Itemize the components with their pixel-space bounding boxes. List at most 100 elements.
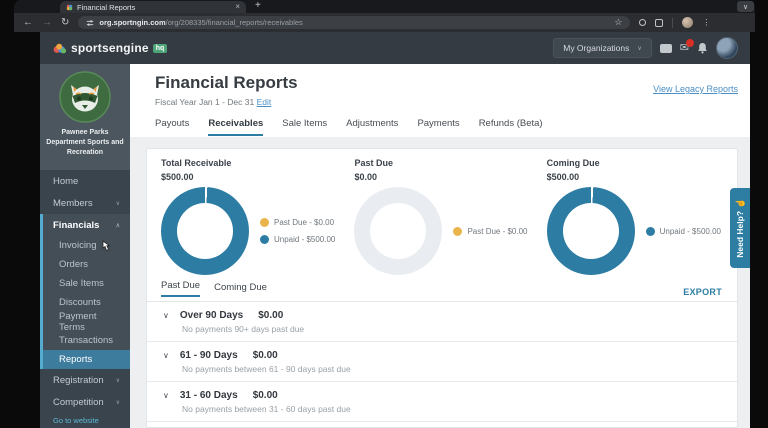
pointing-hand-icon: ☝: [735, 198, 745, 209]
page-header: Financial Reports Fiscal Year Jan 1 - De…: [130, 64, 750, 137]
sidebar-item-sale-items[interactable]: Sale Items: [43, 274, 130, 293]
back-icon[interactable]: ←: [23, 18, 33, 28]
chevron-down-icon[interactable]: ∨: [163, 351, 169, 360]
subtab-row: Past Due Coming Due EXPORT: [147, 275, 737, 297]
brand-name: sportsengine: [71, 41, 149, 55]
legend: Past Due - $0.00: [453, 227, 527, 236]
aging-row-31-60[interactable]: ∨ 31 - 60 Days $0.00 No payments between…: [147, 382, 737, 422]
org-block: Pawnee Parks Department Sports and Recre…: [40, 64, 130, 170]
new-tab-button[interactable]: +: [255, 1, 261, 11]
donut-coming-due: [547, 187, 635, 275]
chevron-down-icon: ∨: [116, 399, 120, 406]
browser-tab[interactable]: Financial Reports ×: [60, 1, 246, 13]
chevron-down-icon: ∨: [637, 45, 641, 52]
sportsengine-cloud-icon: [52, 43, 67, 54]
sidebar-item-reports[interactable]: Reports: [43, 350, 130, 369]
toolbar-divider: [672, 18, 673, 28]
sidebar-item-discounts[interactable]: Discounts: [43, 293, 130, 312]
url-domain: org.sportngin.com: [99, 18, 165, 27]
tab-close-icon[interactable]: ×: [235, 3, 240, 11]
tab-payments[interactable]: Payments: [417, 118, 459, 136]
refresh-icon[interactable]: ↻: [61, 18, 69, 28]
fiscal-year-row: Fiscal Year Jan 1 - Dec 31 Edit: [155, 97, 750, 107]
bell-icon[interactable]: [697, 42, 708, 54]
user-avatar[interactable]: [716, 37, 738, 59]
edit-fiscal-link[interactable]: Edit: [257, 97, 272, 107]
tab-title: Financial Reports: [77, 3, 231, 12]
chart-amount: $500.00: [547, 171, 721, 185]
charts-row: Total Receivable $500.00 Past Due - $0.0…: [147, 149, 737, 275]
donut-past-due: [354, 187, 442, 275]
sidebar-item-transactions[interactable]: Transactions: [43, 331, 130, 350]
legend: Past Due - $0.00 Unpaid - $500.00: [260, 218, 335, 244]
export-button[interactable]: EXPORT: [683, 287, 722, 297]
legend-item: Unpaid - $500.00: [646, 227, 721, 236]
subtab-past-due[interactable]: Past Due: [161, 280, 200, 297]
hq-badge: hq: [153, 44, 168, 53]
aging-row-61-90[interactable]: ∨ 61 - 90 Days $0.00 No payments between…: [147, 342, 737, 382]
org-logo-raccoon: [59, 71, 111, 123]
report-tabs: Payouts Receivables Sale Items Adjustmen…: [155, 118, 750, 136]
bookmark-star-icon[interactable]: ☆: [614, 17, 622, 28]
chart-amount: $500.00: [161, 171, 335, 185]
chart-amount: $0.00: [354, 171, 527, 185]
url-path: /org/208335/financial_reports/receivable…: [166, 18, 303, 27]
browser-profile-avatar[interactable]: [682, 17, 693, 28]
chart-coming-due: Coming Due $500.00 Unpaid - $500.00: [547, 157, 721, 275]
forward-icon[interactable]: →: [42, 18, 52, 28]
url-text: org.sportngin.com/org/208335/financial_r…: [99, 18, 609, 27]
chart-past-due: Past Due $0.00 Past Due - $0.00: [354, 157, 527, 275]
financials-group: Financials∧ Invoicing Orders Sale Items …: [40, 214, 130, 369]
aging-note: No payments between 31 - 60 days past du…: [182, 404, 723, 414]
tab-groups-icon[interactable]: [655, 19, 663, 27]
need-help-tab[interactable]: Need Help? ☝: [730, 188, 750, 268]
chart-title: Coming Due: [547, 157, 721, 171]
legend: Unpaid - $500.00: [646, 227, 721, 236]
chevron-down-icon[interactable]: ∨: [163, 311, 169, 320]
chevron-down-icon[interactable]: ∨: [163, 391, 169, 400]
legend-dot-unpaid: [260, 235, 269, 244]
chevron-down-icon: ∨: [116, 377, 120, 384]
site-settings-icon[interactable]: [86, 19, 94, 27]
sidebar-item-members[interactable]: Members∨: [40, 192, 130, 214]
extension-circle-icon[interactable]: [639, 19, 646, 26]
tab-receivables[interactable]: Receivables: [208, 118, 263, 136]
sidebar-item-invoicing[interactable]: Invoicing: [43, 236, 130, 255]
legend-item: Unpaid - $500.00: [260, 235, 335, 244]
sidebar-item-orders[interactable]: Orders: [43, 255, 130, 274]
sidebar-item-financials[interactable]: Financials∧: [43, 214, 130, 236]
browser-menu-icon[interactable]: ⋮: [702, 18, 710, 27]
tab-refunds-beta[interactable]: Refunds (Beta): [479, 118, 543, 136]
sidebar-item-home[interactable]: Home: [40, 170, 130, 192]
sidebar-nav: Pawnee Parks Department Sports and Recre…: [40, 64, 130, 428]
aging-note: No payments 90+ days past due: [182, 324, 723, 334]
my-organizations-dropdown[interactable]: My Organizations ∨: [553, 38, 652, 58]
address-bar[interactable]: org.sportngin.com/org/208335/financial_r…: [78, 16, 630, 29]
app-header: sportsengine hq My Organizations ∨ ✉: [40, 32, 750, 64]
chat-icon[interactable]: [660, 44, 672, 53]
view-legacy-reports-link[interactable]: View Legacy Reports: [653, 84, 738, 94]
sidebar-item-competition[interactable]: Competition∨: [40, 391, 130, 413]
window-chevron-button[interactable]: ∨: [737, 1, 754, 12]
chevron-down-icon: ∨: [116, 200, 120, 207]
tab-payouts[interactable]: Payouts: [155, 118, 189, 136]
legend-item: Past Due - $0.00: [453, 227, 527, 236]
mouse-cursor: [99, 240, 111, 254]
aging-row-over-90[interactable]: ∨ Over 90 Days $0.00 No payments 90+ day…: [147, 302, 737, 342]
sidebar-item-registration[interactable]: Registration∨: [40, 369, 130, 391]
chart-title: Past Due: [354, 157, 527, 171]
go-to-website-link[interactable]: Go to website: [40, 413, 130, 428]
tab-adjustments[interactable]: Adjustments: [346, 118, 398, 136]
messages-icon[interactable]: ✉: [680, 43, 689, 54]
tab-sale-items[interactable]: Sale Items: [282, 118, 327, 136]
chevron-up-icon: ∧: [116, 222, 120, 229]
receivables-card: Total Receivable $500.00 Past Due - $0.0…: [146, 148, 738, 428]
sportsengine-logo[interactable]: sportsengine hq: [52, 41, 167, 55]
unread-badge: [686, 39, 694, 47]
browser-toolbar: ← → ↻ org.sportngin.com/org/208335/finan…: [14, 13, 755, 32]
subtab-coming-due[interactable]: Coming Due: [214, 282, 267, 297]
legend-item: Past Due - $0.00: [260, 218, 335, 227]
tab-favicon: [66, 4, 73, 11]
org-switcher-label: My Organizations: [563, 43, 629, 53]
sidebar-item-payment-terms[interactable]: Payment Terms: [43, 312, 130, 331]
